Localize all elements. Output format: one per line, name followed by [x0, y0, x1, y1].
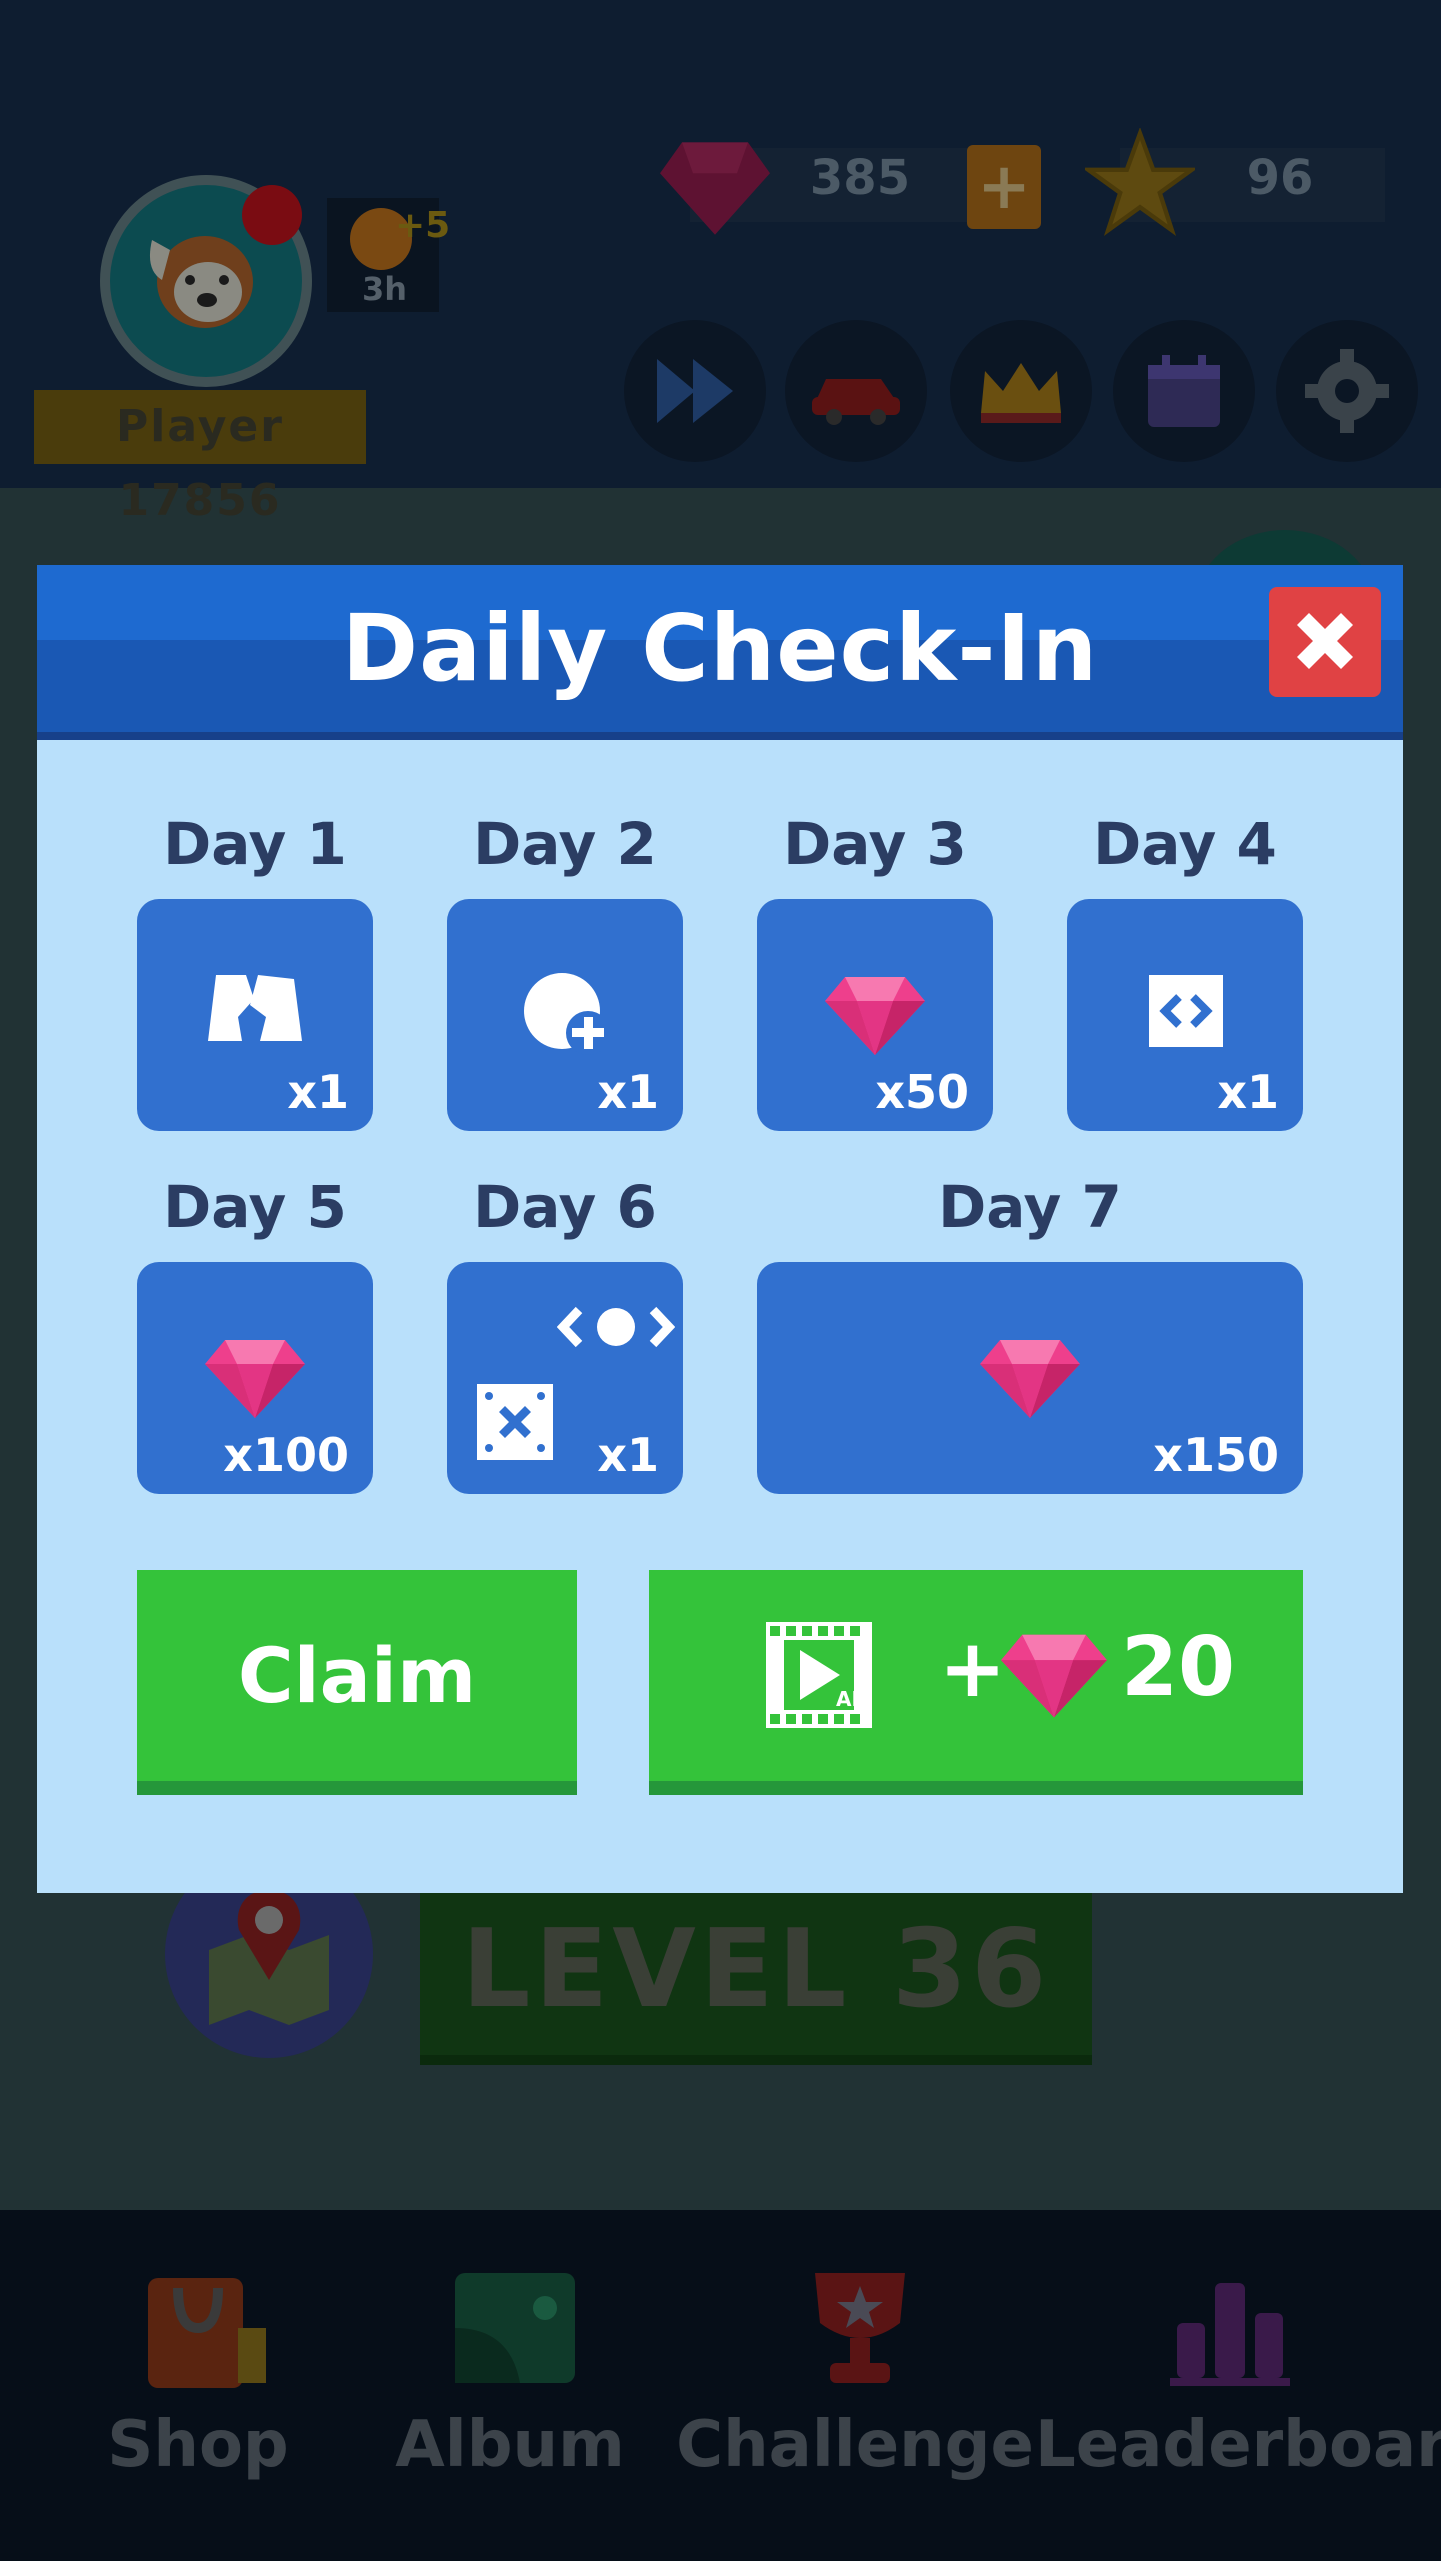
dialog-title: Daily Check-In [341, 595, 1099, 702]
plus-icon: + [977, 150, 1031, 224]
nav-album[interactable]: Album [360, 2258, 660, 2508]
ad-plus-sign: + [939, 1622, 1007, 1715]
add-gems-button[interactable]: + [967, 145, 1041, 229]
nav-leaderboard-label: Leaderboard [1035, 2408, 1441, 2482]
day-1-tile[interactable]: x1 [137, 899, 373, 1131]
car-icon [812, 379, 900, 425]
day-3-tile[interactable]: x50 [757, 899, 993, 1131]
gem-icon [825, 977, 925, 1055]
energy-bonus: +5 [395, 205, 451, 246]
daily-checkin-dialog: Daily Check-In Day 1 Day 2 Day 3 Day 4 D… [37, 565, 1403, 1893]
close-button[interactable] [1269, 587, 1381, 709]
settings-button[interactable] [1276, 320, 1418, 462]
day-3-qty: x50 [875, 1065, 969, 1119]
crown-icon [981, 363, 1061, 423]
day-6-tile[interactable]: x1 [447, 1262, 683, 1494]
shopping-bag-icon [148, 2278, 266, 2388]
nav-challenge-label: Challenge [676, 2408, 1034, 2482]
day-4-tile[interactable]: x1 [1067, 899, 1303, 1131]
calendar-button[interactable] [1113, 320, 1255, 462]
crown-button[interactable] [950, 320, 1092, 462]
trophy-icon [815, 2273, 905, 2383]
day-2-tile[interactable]: x1 [447, 899, 683, 1131]
day-5-tile[interactable]: x100 [137, 1262, 373, 1494]
nav-challenge[interactable]: Challenge [676, 2258, 1034, 2508]
energy-time: 3h [362, 270, 408, 308]
car-button[interactable] [785, 320, 927, 462]
day-6-label: Day 6 [473, 1173, 657, 1241]
day-1-label: Day 1 [163, 810, 347, 878]
level-label: LEVEL 36 [461, 1907, 1051, 2032]
video-ad-icon: AD [766, 1622, 872, 1728]
day-5-qty: x100 [223, 1428, 349, 1482]
gem-count: 385 [809, 150, 911, 206]
day-3-label: Day 3 [783, 810, 967, 878]
calendar-icon [1148, 355, 1220, 427]
dice-icon [477, 1384, 553, 1460]
gem-icon [205, 1340, 305, 1418]
eye-icon [557, 1306, 675, 1348]
star-icon [1085, 128, 1195, 237]
day-2-qty: x1 [597, 1065, 659, 1119]
nav-album-label: Album [395, 2408, 625, 2482]
day-1-qty: x1 [287, 1065, 349, 1119]
claim-button[interactable]: Claim [137, 1570, 577, 1795]
map-pin-icon [209, 1890, 329, 2025]
level-button[interactable]: LEVEL 36 [420, 1890, 1092, 2065]
code-box-icon [1149, 975, 1223, 1047]
day-7-tile[interactable]: x150 [757, 1262, 1303, 1494]
close-icon [1297, 613, 1353, 669]
watch-ad-button[interactable]: AD + 20 [649, 1570, 1303, 1795]
album-icon [455, 2273, 575, 2383]
day-6-qty: x1 [597, 1428, 659, 1482]
star-count: 96 [1246, 150, 1314, 206]
fast-forward-icon [657, 359, 733, 423]
day-2-label: Day 2 [473, 810, 657, 878]
day-4-label: Day 4 [1093, 810, 1277, 878]
fast-forward-button[interactable] [624, 320, 766, 462]
ad-tag: AD [836, 1687, 868, 1711]
gem-icon [980, 1340, 1080, 1418]
day-4-qty: x1 [1217, 1065, 1279, 1119]
day-5-label: Day 5 [163, 1173, 347, 1241]
notification-dot [242, 185, 302, 245]
ticket-icon [208, 975, 302, 1041]
bar-chart-icon [1170, 2283, 1290, 2386]
ad-bonus-amount: 20 [1121, 1620, 1236, 1715]
player-name[interactable]: Player 17856 [34, 390, 366, 526]
day-7-qty: x150 [1153, 1428, 1279, 1482]
nav-shop[interactable]: Shop [48, 2258, 348, 2508]
gem-icon [660, 142, 770, 235]
claim-label: Claim [237, 1631, 477, 1720]
nav-leaderboard[interactable]: Leaderboard [1035, 2258, 1441, 2508]
token-plus-icon [524, 973, 610, 1055]
gem-icon [1001, 1634, 1107, 1718]
day-7-label: Day 7 [938, 1173, 1122, 1241]
gear-icon [1305, 349, 1389, 433]
